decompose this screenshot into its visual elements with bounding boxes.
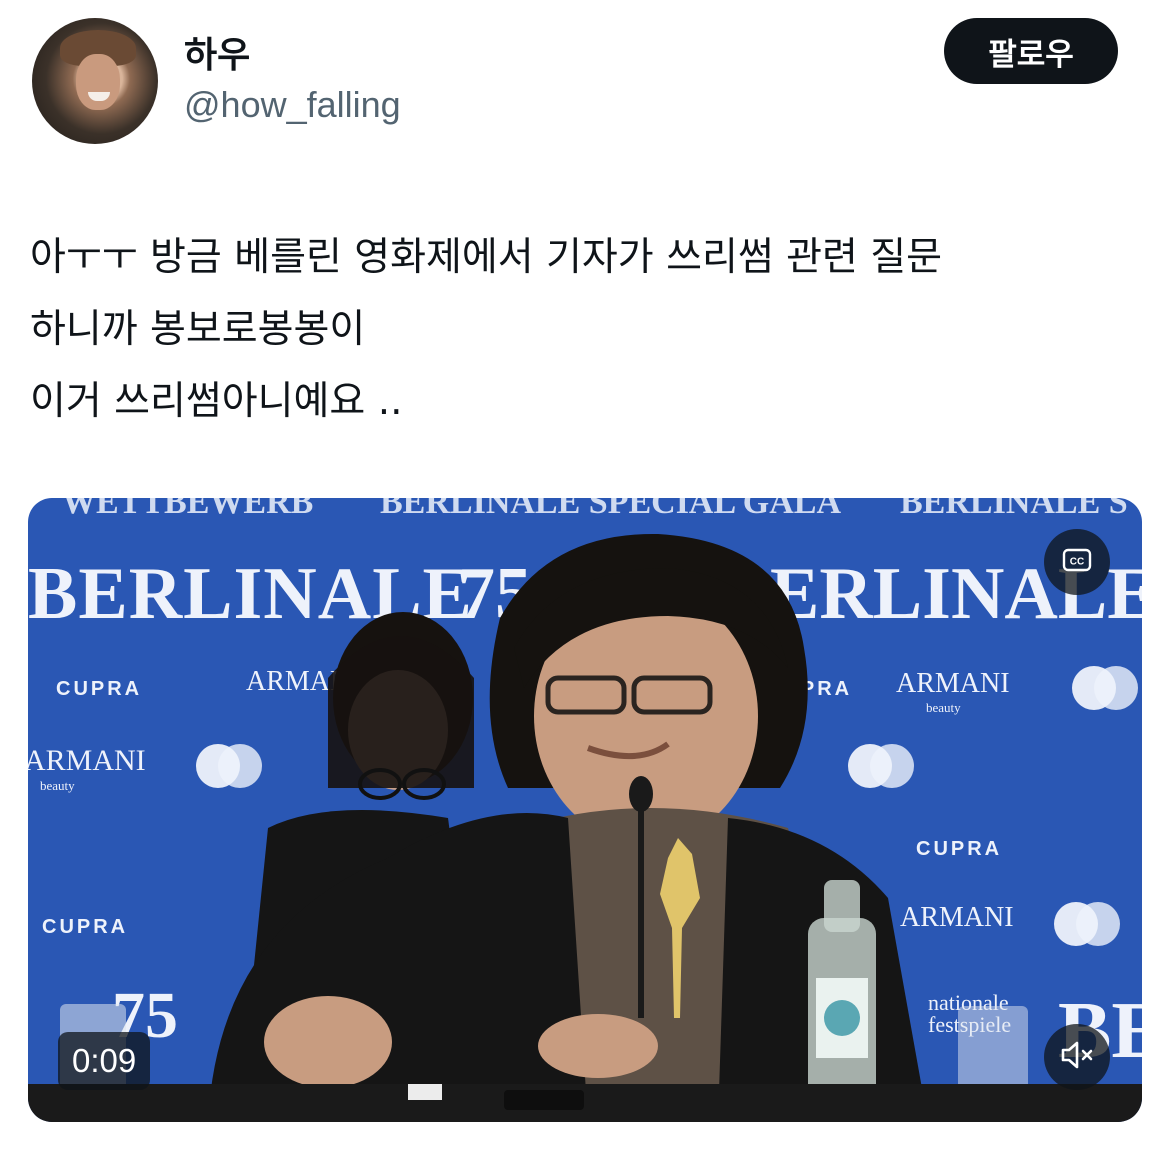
video-frame: WETTBEWERB BERLINALE SPECIAL GALA BERLIN… (28, 498, 1142, 1122)
avatar[interactable] (32, 18, 158, 144)
closed-captions-icon: CC (1062, 548, 1092, 576)
tweet-text-line: 하니까 봉보로봉봉이 (30, 307, 366, 352)
avatar-face (76, 54, 120, 110)
video-duration: 0:09 (58, 1032, 151, 1090)
closed-captions-button[interactable]: CC (1044, 529, 1110, 595)
follow-button[interactable]: 팔로우 (944, 18, 1118, 84)
svg-text:CC: CC (1070, 557, 1084, 568)
press-conference-scene (28, 533, 1142, 1122)
mute-icon (1059, 1039, 1095, 1075)
video-player[interactable]: WETTBEWERB BERLINALE SPECIAL GALA BERLIN… (28, 498, 1142, 1122)
user-handle[interactable]: @how_falling (184, 84, 401, 126)
display-name[interactable]: 하우 (184, 26, 250, 78)
tweet-text-line: 이거 쓰리썸아니예요 .. (30, 379, 403, 424)
tweet-text: 아ㅜㅜ 방금 베를린 영화제에서 기자가 쓰리썸 관련 질문 하니까 봉보로봉봉… (30, 222, 1140, 438)
mute-button[interactable] (1044, 1024, 1110, 1090)
tweet-text-line: 아ㅜㅜ 방금 베를린 영화제에서 기자가 쓰리썸 관련 질문 (30, 235, 943, 280)
